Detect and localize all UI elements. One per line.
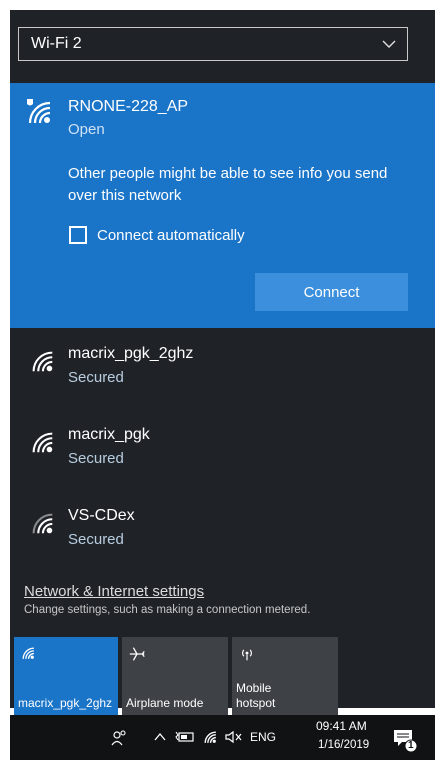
- network-name: macrix_pgk_2ghz: [68, 345, 194, 362]
- taskbar: ENG 09:41 AM 1/16/2019 1: [10, 715, 435, 760]
- network-status: Secured: [68, 369, 124, 386]
- network-item[interactable]: macrix_pgk Secured: [10, 414, 435, 494]
- adapter-dropdown-value: Wi-Fi 2: [31, 35, 82, 52]
- wifi-icon: [20, 645, 36, 664]
- people-icon[interactable]: [110, 729, 128, 750]
- adapter-dropdown[interactable]: Wi-Fi 2: [18, 27, 408, 61]
- language-indicator[interactable]: ENG: [250, 730, 276, 744]
- selected-network-card[interactable]: RNONE-228_AP Open Other people might be …: [10, 83, 435, 328]
- hotspot-icon: [238, 645, 256, 666]
- airplane-mode-tile[interactable]: Airplane mode: [122, 637, 228, 715]
- network-status: Secured: [68, 450, 124, 467]
- chevron-down-icon: [381, 36, 397, 57]
- wifi-secured-icon: [28, 347, 56, 380]
- network-settings-description: Change settings, such as making a connec…: [24, 604, 311, 616]
- wifi-open-shield-icon: [24, 97, 54, 132]
- mobile-hotspot-label: Mobile hotspot: [236, 681, 276, 710]
- wifi-secured-icon: [28, 428, 56, 461]
- open-network-warning: Other people might be able to see info y…: [68, 165, 388, 204]
- network-settings-link[interactable]: Network & Internet settings: [24, 583, 204, 600]
- airplane-mode-label: Airplane mode: [126, 696, 204, 710]
- selected-network-status: Open: [68, 121, 105, 138]
- wifi-toggle-tile[interactable]: macrix_pgk_2ghz: [14, 637, 118, 715]
- connect-button[interactable]: Connect: [255, 273, 408, 311]
- volume-muted-icon[interactable]: [224, 730, 244, 747]
- network-name: macrix_pgk: [68, 426, 150, 443]
- connect-automatically-label[interactable]: Connect automatically: [97, 227, 245, 244]
- wifi-secured-icon: [28, 509, 56, 542]
- network-item[interactable]: VS-CDex Secured: [10, 495, 435, 575]
- notification-center-icon[interactable]: [392, 727, 418, 756]
- connect-automatically-checkbox[interactable]: [69, 226, 87, 244]
- airplane-icon: [128, 645, 146, 666]
- chevron-up-icon[interactable]: [153, 731, 167, 746]
- wifi-tile-label: macrix_pgk_2ghz: [18, 696, 113, 710]
- battery-charging-icon[interactable]: [175, 730, 195, 747]
- network-status: Secured: [68, 531, 124, 548]
- mobile-hotspot-tile[interactable]: Mobile hotspot: [232, 637, 338, 715]
- notification-count-badge: 1: [408, 740, 414, 751]
- selected-network-name: RNONE-228_AP: [68, 98, 189, 115]
- clock-time[interactable]: 09:41 AM: [316, 719, 367, 733]
- clock-date[interactable]: 1/16/2019: [318, 739, 369, 751]
- wifi-icon[interactable]: [202, 729, 218, 748]
- network-name: VS-CDex: [68, 507, 135, 524]
- network-item[interactable]: macrix_pgk_2ghz Secured: [10, 333, 435, 413]
